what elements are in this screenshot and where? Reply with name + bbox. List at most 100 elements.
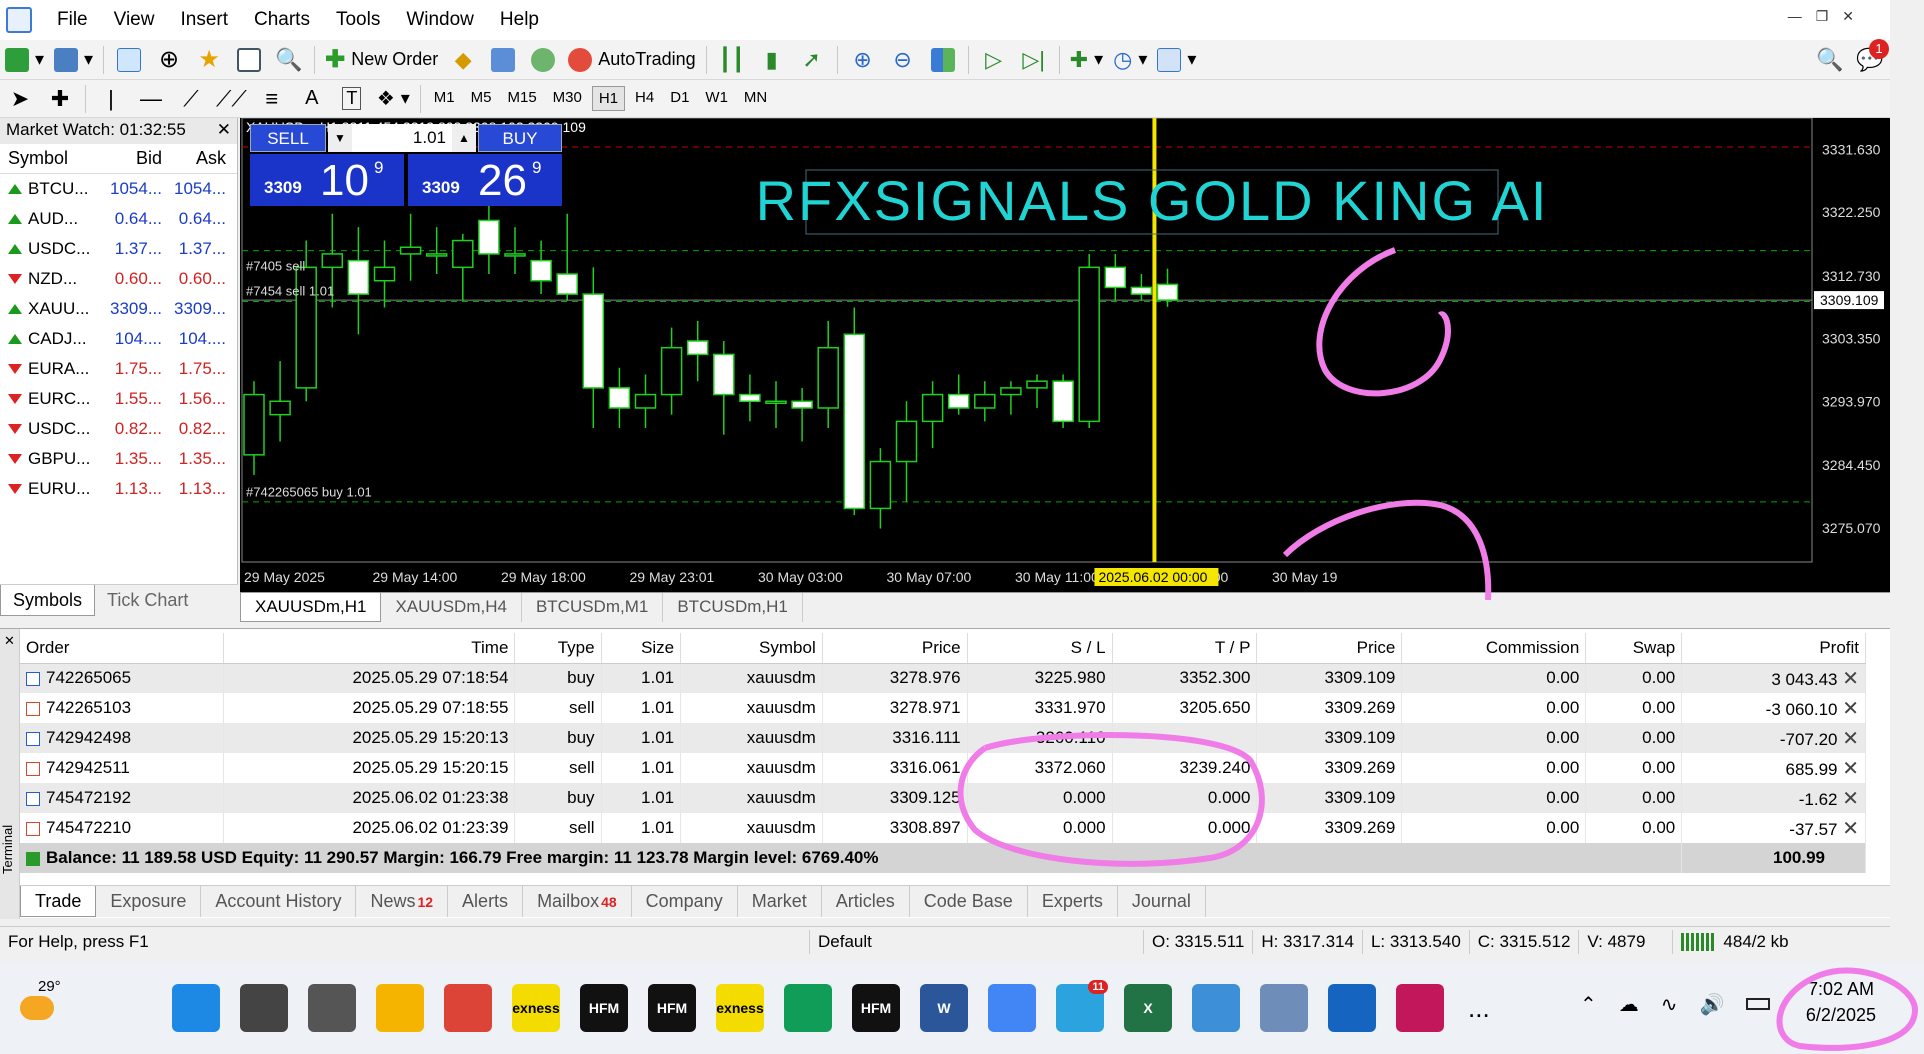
close-icon[interactable]: ✕ xyxy=(217,120,231,142)
signals-button[interactable] xyxy=(528,45,558,75)
hfm-icon-3[interactable]: HFM xyxy=(852,984,900,1032)
close-icon[interactable]: ✕ xyxy=(1842,8,1854,25)
terminal-button[interactable] xyxy=(234,45,264,75)
table-row[interactable]: 745472210 2025.06.02 01:23:39 sell 1.01 xauu… xyxy=(20,813,1866,843)
start-icon[interactable] xyxy=(172,984,220,1032)
buy-price-box[interactable]: 3309 26 9 xyxy=(408,154,562,206)
file-explorer-icon[interactable] xyxy=(376,984,424,1032)
volume-icon[interactable]: 🔊 xyxy=(1700,992,1725,1017)
exness-icon[interactable]: exness xyxy=(512,984,560,1032)
label-tool-button[interactable]: T xyxy=(337,84,367,114)
notifications-button[interactable]: 💬 1 xyxy=(1855,38,1889,75)
chart-tab-0[interactable]: XAUUSDm,H1 xyxy=(240,593,382,622)
close-position-icon[interactable]: ✕ xyxy=(1842,788,1859,810)
autoscroll-button[interactable]: ▷ xyxy=(979,45,1009,75)
tab-code-base[interactable]: Code Base xyxy=(910,886,1028,917)
tab-experts[interactable]: Experts xyxy=(1028,886,1118,917)
market-watch-row[interactable]: NZD... 0.60... 0.60... xyxy=(0,264,237,294)
timeframe-w1[interactable]: W1 xyxy=(699,86,734,111)
indicators-button[interactable]: ✚ ▾ xyxy=(1070,45,1103,75)
column-header[interactable]: Type xyxy=(514,633,602,664)
lot-input[interactable]: 1.01 xyxy=(352,124,452,152)
column-header[interactable]: Size xyxy=(601,633,682,664)
market-watch-row[interactable]: CADJ... 104.... 104.... xyxy=(0,324,237,354)
metaeditor-button[interactable]: ◆ xyxy=(448,45,478,75)
chrome-icon-2[interactable] xyxy=(784,984,832,1032)
templates-button[interactable]: ▾ xyxy=(1157,45,1196,75)
search-icon[interactable] xyxy=(240,984,288,1032)
tab-account-history[interactable]: Account History xyxy=(201,886,357,917)
tab-tick-chart[interactable]: Tick Chart xyxy=(95,585,200,616)
hfm-icon[interactable]: HFM xyxy=(580,984,628,1032)
tab-exposure[interactable]: Exposure xyxy=(96,886,202,917)
timeframe-h4[interactable]: H4 xyxy=(629,86,660,111)
tab-journal[interactable]: Journal xyxy=(1118,886,1206,917)
sell-price-box[interactable]: 3309 10 9 xyxy=(250,154,404,206)
profiles-button[interactable]: ▾ xyxy=(54,45,93,75)
market-watch-row[interactable]: EURA... 1.75... 1.75... xyxy=(0,354,237,384)
tab-mailbox[interactable]: Mailbox 48 xyxy=(523,886,632,917)
excel-icon[interactable]: X xyxy=(1124,984,1172,1032)
timeframe-m30[interactable]: M30 xyxy=(547,86,588,111)
clock[interactable]: 7:02 AM 6/2/2025 xyxy=(1806,976,1876,1028)
tab-company[interactable]: Company xyxy=(632,886,738,917)
column-header[interactable]: Profit xyxy=(1681,633,1866,664)
chrome-icon[interactable] xyxy=(444,984,492,1032)
chart-tab-1[interactable]: XAUUSDm,H4 xyxy=(381,593,522,622)
minimize-icon[interactable]: — xyxy=(1788,8,1802,25)
market-watch-row[interactable]: EURC... 1.55... 1.56... xyxy=(0,384,237,414)
column-header[interactable]: Price xyxy=(1256,633,1403,664)
column-header[interactable]: Swap xyxy=(1585,633,1683,664)
column-header[interactable]: Order xyxy=(20,633,224,664)
telegram-icon[interactable]: 11 xyxy=(1056,980,1108,1032)
notepad-icon[interactable] xyxy=(1192,984,1240,1032)
timeframe-d1[interactable]: D1 xyxy=(664,86,695,111)
horizontal-line-button[interactable]: — xyxy=(136,84,166,114)
text-tool-button[interactable]: A xyxy=(297,84,327,114)
channel-button[interactable]: ⟋⟋ xyxy=(216,84,247,114)
restore-icon[interactable]: ❐ xyxy=(1816,8,1829,25)
market-watch-row[interactable]: BTCU... 1054... 1054... xyxy=(0,174,237,204)
header-symbol[interactable]: Symbol xyxy=(0,148,104,169)
market-watch-row[interactable]: AUD... 0.64... 0.64... xyxy=(0,204,237,234)
shapes-button[interactable]: ❖ ▾ xyxy=(377,84,410,114)
hfm-icon-2[interactable]: HFM xyxy=(648,984,696,1032)
wifi-icon[interactable]: ∿ xyxy=(1661,992,1678,1017)
timeframe-h1[interactable]: H1 xyxy=(591,86,626,111)
timeframe-m1[interactable]: M1 xyxy=(428,86,461,111)
new-order-button[interactable]: ✚ New Order xyxy=(325,45,438,75)
price-chart[interactable]: XAUUSDm,H1 3311.454 3313.802 3308.102 33… xyxy=(240,117,1890,592)
table-row[interactable]: 745472192 2025.06.02 01:23:38 buy 1.01 xauus… xyxy=(20,783,1866,813)
column-header[interactable]: Time xyxy=(223,633,516,664)
crosshair-tool-button[interactable]: ✚ xyxy=(45,84,75,114)
vps-button[interactable] xyxy=(488,45,518,75)
market-watch-row[interactable]: GBPU... 1.35... 1.35... xyxy=(0,444,237,474)
timeframe-m15[interactable]: M15 xyxy=(501,86,542,111)
market-watch-row[interactable]: EURU... 1.13... 1.13... xyxy=(0,474,237,504)
column-header[interactable]: Symbol xyxy=(680,633,823,664)
lot-decrease-button[interactable]: ▼ xyxy=(328,124,352,152)
new-chart-button[interactable]: ▾ xyxy=(5,45,44,75)
navigator-button[interactable]: ⊕ xyxy=(154,45,184,75)
window-app-icon[interactable] xyxy=(1328,984,1376,1032)
timeframe-m5[interactable]: M5 xyxy=(465,86,498,111)
header-ask[interactable]: Ask xyxy=(168,148,232,169)
periods-button[interactable]: ◷ ▾ xyxy=(1113,45,1147,75)
cloud-icon[interactable]: ☁ xyxy=(1619,992,1639,1017)
trendline-button[interactable]: ⟋ xyxy=(176,84,206,114)
more-apps-button[interactable]: ... xyxy=(1468,993,1490,1024)
tab-news[interactable]: News 12 xyxy=(356,886,449,917)
lot-increase-button[interactable]: ▲ xyxy=(452,124,476,152)
timeframe-mn[interactable]: MN xyxy=(738,86,773,111)
close-position-icon[interactable]: ✕ xyxy=(1842,728,1859,750)
tile-windows-button[interactable] xyxy=(928,45,958,75)
table-row[interactable]: 742265103 2025.05.29 07:18:55 sell 1.01 xauu… xyxy=(20,693,1866,723)
chart-shift-button[interactable]: ▷| xyxy=(1019,45,1049,75)
snipping-tool-icon[interactable] xyxy=(1396,984,1444,1032)
close-position-icon[interactable]: ✕ xyxy=(1842,818,1859,840)
close-position-icon[interactable]: ✕ xyxy=(1842,668,1859,690)
chart-tab-2[interactable]: BTCUSDm,M1 xyxy=(522,593,664,622)
task-view-icon[interactable] xyxy=(308,984,356,1032)
column-header[interactable]: T / P xyxy=(1112,633,1258,664)
autotrading-button[interactable]: AutoTrading xyxy=(568,45,696,75)
